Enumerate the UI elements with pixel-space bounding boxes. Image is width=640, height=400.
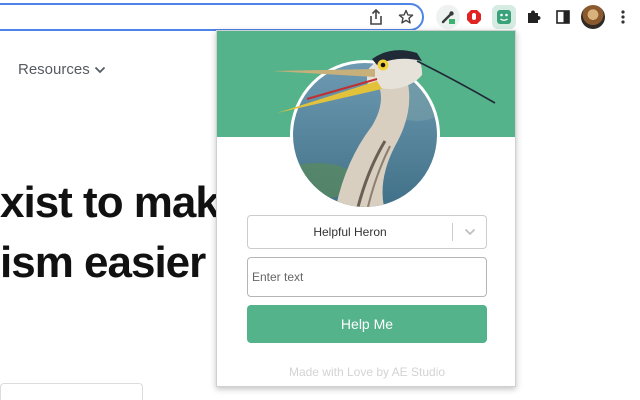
browser-toolbar <box>0 0 640 33</box>
footer-credit: Made with Love by AE Studio <box>288 365 446 379</box>
page-input-box[interactable] <box>0 383 143 400</box>
browser-window: Resources xist to mak ism easier Helpful… <box>0 0 640 400</box>
share-icon[interactable] <box>364 5 388 29</box>
nav-resources-label: Resources <box>18 61 90 78</box>
select-divider <box>452 223 453 241</box>
side-panel-icon[interactable] <box>551 5 575 29</box>
profile-avatar[interactable] <box>581 5 605 29</box>
extensions-puzzle-icon[interactable] <box>521 5 545 29</box>
bookmark-star-icon[interactable] <box>394 5 418 29</box>
hero-heading-line-2: ism easier <box>0 238 206 287</box>
text-input[interactable] <box>247 257 487 297</box>
hero-heading-line-1: xist to mak <box>0 178 220 227</box>
address-bar[interactable] <box>0 3 424 31</box>
heron-avatar-image <box>272 50 496 210</box>
chevron-down-icon[interactable] <box>458 224 482 240</box>
persona-select-value: Helpful Heron <box>313 225 387 239</box>
eyedropper-extension-icon[interactable] <box>436 5 460 29</box>
persona-select[interactable]: Helpful Heron <box>247 215 487 249</box>
extension-popup: Helpful Heron Help Me Made with Love by … <box>216 30 516 387</box>
chevron-down-icon <box>94 66 105 73</box>
nav-resources-menu[interactable]: Resources <box>18 61 106 78</box>
browser-menu-icon[interactable] <box>611 5 635 29</box>
adblock-extension-icon[interactable] <box>462 5 486 29</box>
heron-extension-icon[interactable] <box>492 5 516 29</box>
help-me-button[interactable]: Help Me <box>247 305 487 343</box>
